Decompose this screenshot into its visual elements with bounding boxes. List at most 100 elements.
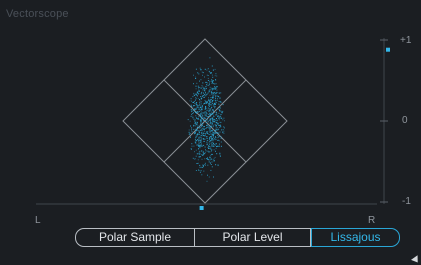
mode-polar-sample-button[interactable]: Polar Sample [75,228,195,247]
scope-dot [191,105,192,107]
scope-dot [195,102,197,104]
scope-dot [220,137,222,139]
scope-dot [205,88,207,90]
scope-dot [212,143,214,145]
scope-dot [207,137,209,139]
scope-dot [208,148,209,149]
scope-dot [191,100,192,102]
scope-dot [216,153,218,155]
scope-dot [210,122,212,124]
scope-dot [198,156,200,158]
scope-dot [196,123,198,125]
scope-dot [220,101,222,103]
scope-dot [212,95,214,97]
scope-dot [200,69,202,71]
scope-dot [217,164,219,166]
scope-dot [209,72,211,74]
mode-lissajous-button[interactable]: Lissajous [311,228,400,247]
scope-dot [202,115,204,117]
scope-dot [211,111,213,113]
scope-dot [200,129,202,131]
scope-dot [215,93,217,94]
scope-dot [219,107,221,109]
scope-dot [214,107,216,109]
scope-dot [212,92,214,94]
scope-dot [218,145,220,147]
scale-label-bottom: -1 [402,196,411,207]
scope-dot [189,132,191,134]
scope-dot [215,95,216,97]
left-channel-label: L [35,215,41,226]
scope-dot [209,86,211,88]
scope-dot [211,138,213,139]
scope-dot [199,131,201,133]
scope-dot [218,136,220,138]
scope-dot [193,124,195,126]
scope-dot [220,110,222,112]
scope-dot [210,164,212,165]
scope-dot [199,166,201,168]
scope-dot [195,78,197,79]
scope-dot [190,109,192,111]
scope-dot [215,79,217,81]
scope-dot [216,127,218,129]
scope-dot [219,110,220,112]
scope-dot [203,112,205,114]
scope-dot [198,136,200,138]
scope-dot [207,75,209,76]
scope-dot [191,129,193,131]
scope-dot [191,143,193,145]
scope-dot [212,124,214,126]
scope-dot [218,124,219,126]
scope-dot [218,140,220,142]
scope-dot [199,156,201,157]
scope-dot [203,130,205,132]
scope-dot [209,101,211,103]
scope-dot [223,117,225,119]
scope-dot [212,145,214,147]
scope-dot [193,128,195,130]
scope-dot [194,158,196,159]
scope-dot [203,152,205,154]
scope-dot [204,111,206,113]
scope-dot [204,162,206,164]
scope-dot [216,95,218,97]
scope-dot [218,109,220,110]
scope-dot [195,96,197,98]
scope-dot [205,121,207,123]
scope-dot [190,115,192,117]
scope-dot [209,57,211,59]
scope-dot [190,125,192,127]
scope-dot [209,89,211,91]
scope-dot [202,155,204,156]
scope-dot [197,162,199,164]
scope-dot [209,151,211,153]
scope-dot [212,94,214,96]
scope-dot [207,77,209,79]
scope-dot [210,137,212,139]
scope-dot [189,100,191,102]
scope-dot [191,110,193,112]
scope-dot [219,135,221,137]
mode-polar-level-button[interactable]: Polar Level [195,228,311,247]
scope-dot [209,140,211,142]
scope-dot [204,132,206,134]
scope-dot [194,100,195,102]
scope-dot [216,137,218,139]
scope-dot [197,85,199,87]
scope-dot [198,110,200,112]
scope-dot [212,137,214,139]
scope-dot [193,105,194,107]
scope-dot [210,72,212,74]
scope-dot [209,99,211,101]
scope-dot [207,84,209,86]
scope-dot [220,115,222,117]
scope-dot [209,119,211,121]
scale-label-top: +1 [400,35,412,46]
scope-dot [217,116,219,118]
scope-dot [214,103,215,104]
scope-dot [211,144,213,146]
scope-dot [208,141,210,143]
scope-dot [201,71,203,73]
scope-dot [204,112,206,114]
